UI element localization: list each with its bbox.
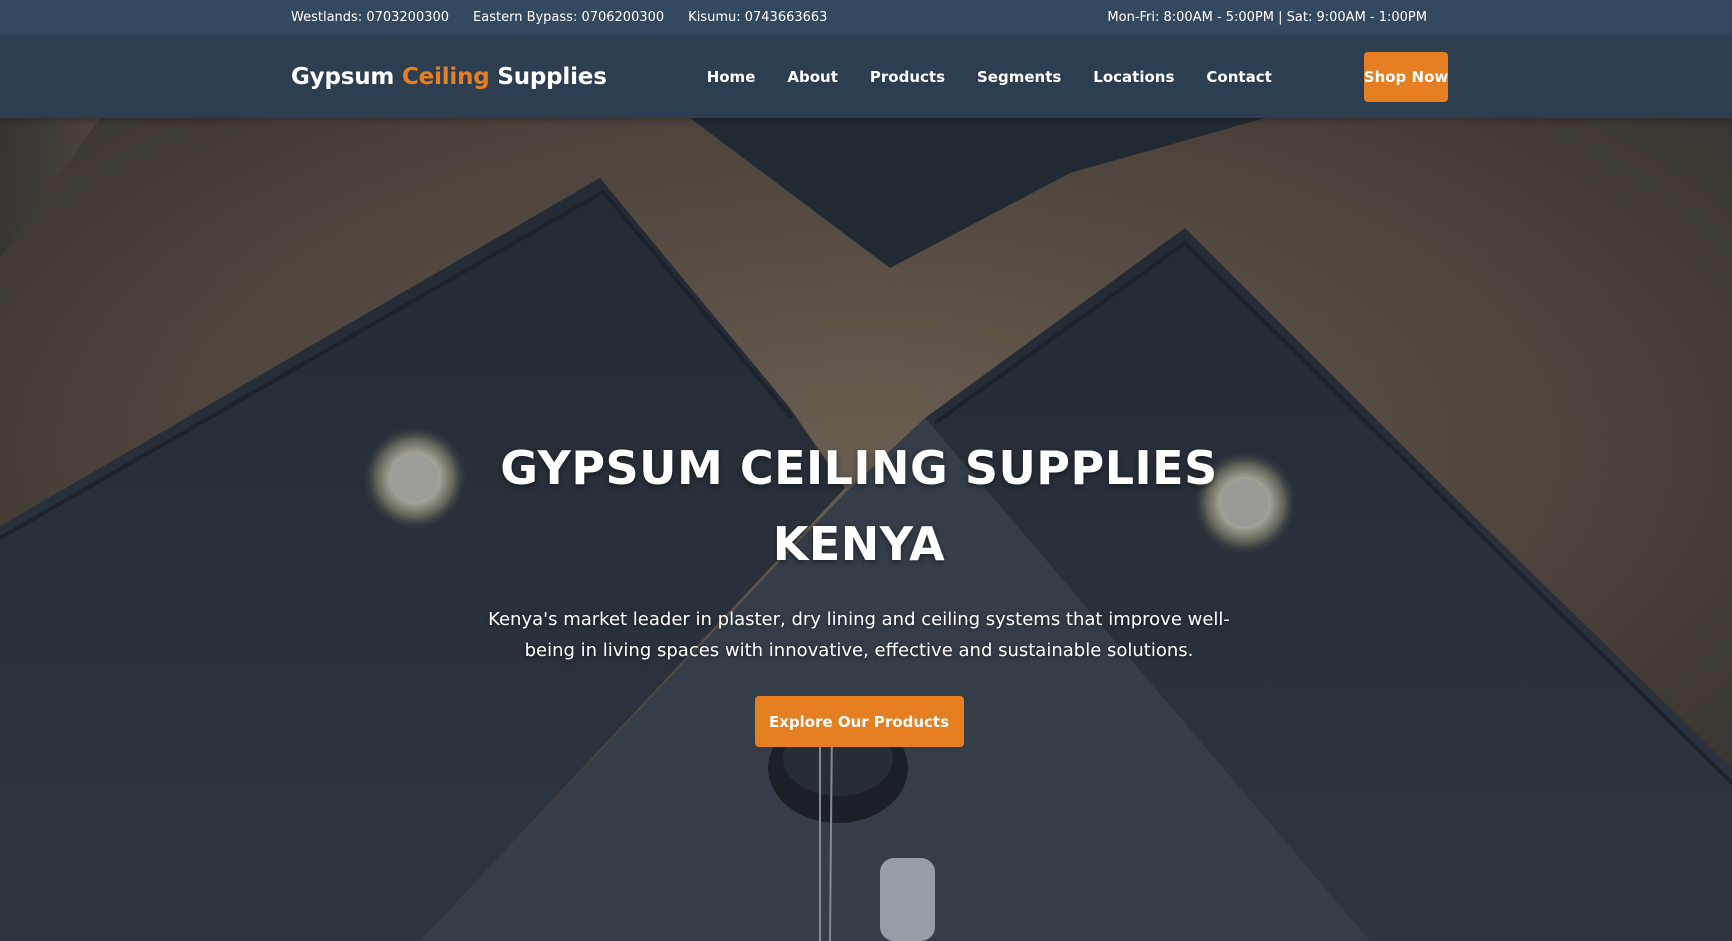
explore-products-button[interactable]: Explore Our Products xyxy=(754,696,964,747)
nav-segments[interactable]: Segments xyxy=(977,68,1061,86)
logo-text-supplies: Supplies xyxy=(489,63,607,90)
hero-content: GYPSUM CEILING SUPPLIES KENYA Kenya's ma… xyxy=(466,430,1252,747)
site-header-inner: Gypsum Ceiling Supplies Home About Produ… xyxy=(291,35,1449,118)
top-info-bar-inner: Westlands: 0703200300 Eastern Bypass: 07… xyxy=(291,0,1427,35)
phone-eastern-bypass[interactable]: Eastern Bypass: 0706200300 xyxy=(473,10,664,25)
site-logo[interactable]: Gypsum Ceiling Supplies xyxy=(291,64,607,90)
phone-westlands[interactable]: Westlands: 0703200300 xyxy=(291,10,449,25)
site-header: Gypsum Ceiling Supplies Home About Produ… xyxy=(0,35,1732,118)
hero-title: GYPSUM CEILING SUPPLIES KENYA xyxy=(500,441,1218,571)
branch-phone-list: Westlands: 0703200300 Eastern Bypass: 07… xyxy=(291,10,827,25)
shop-now-button[interactable]: Shop Now xyxy=(1363,51,1449,102)
logo-text-gypsum: Gypsum xyxy=(291,63,402,90)
opening-hours: Mon-Fri: 8:00AM - 5:00PM | Sat: 9:00AM -… xyxy=(1107,10,1427,25)
nav-locations[interactable]: Locations xyxy=(1093,68,1174,86)
phone-kisumu[interactable]: Kisumu: 0743663663 xyxy=(688,10,827,25)
nav-about[interactable]: About xyxy=(787,68,838,86)
hero-description: Kenya's market leader in plaster, dry li… xyxy=(488,609,1230,661)
logo-text-ceiling: Ceiling xyxy=(401,63,490,90)
nav-contact[interactable]: Contact xyxy=(1206,68,1271,86)
main-nav: Home About Products Segments Locations C… xyxy=(707,68,1272,86)
top-info-bar: Westlands: 0703200300 Eastern Bypass: 07… xyxy=(0,0,1732,35)
nav-home[interactable]: Home xyxy=(707,68,756,86)
nav-products[interactable]: Products xyxy=(870,68,945,86)
hero-section: GYPSUM CEILING SUPPLIES KENYA Kenya's ma… xyxy=(0,118,1732,941)
